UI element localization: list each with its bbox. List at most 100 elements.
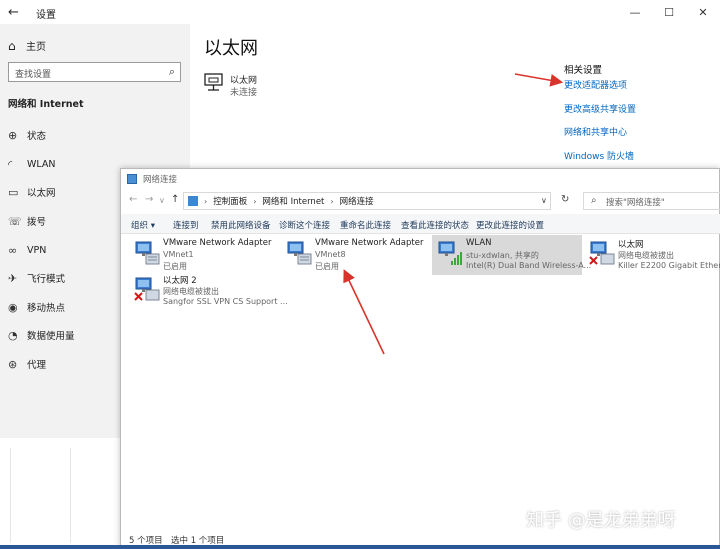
adapter-state: 已启用 bbox=[315, 262, 339, 271]
network-connections-window: 网络连接 ← → ∨ ↑ › 控制面板 › 网络和 Internet › 网络连… bbox=[120, 168, 720, 549]
adapter-network: VMnet8 bbox=[315, 250, 346, 259]
breadcrumb-item[interactable]: 网络和 Internet bbox=[262, 195, 324, 207]
netwin-titlebar: 网络连接 bbox=[121, 169, 720, 189]
adapter-device: Intel(R) Dual Band Wireless-A... bbox=[466, 261, 592, 270]
wifi-icon: ◜ bbox=[8, 157, 13, 171]
diagnose-button[interactable]: 诊断这个连接 bbox=[279, 219, 330, 231]
globe-icon: ⊛ bbox=[8, 357, 18, 371]
background-line bbox=[70, 448, 71, 543]
network-folder-icon bbox=[127, 174, 137, 184]
disable-device-button[interactable]: 禁用此网络设备 bbox=[211, 219, 271, 231]
minimize-icon[interactable]: — bbox=[618, 0, 652, 24]
change-settings-button[interactable]: 更改此连接的设置 bbox=[476, 219, 544, 231]
settings-titlebar: ← 设置 — ☐ ✕ bbox=[0, 0, 720, 24]
adapter-ethernet-2[interactable]: 以太网 2 网络电缆被拔出 Sangfor SSL VPN CS Support… bbox=[129, 271, 288, 311]
background-line bbox=[10, 448, 11, 543]
home-label: 主页 bbox=[26, 42, 46, 53]
adapter-vmnet1[interactable]: VMware Network Adapter VMnet1 已启用 bbox=[129, 235, 277, 275]
related-settings-heading: 相关设置 bbox=[564, 65, 603, 76]
watermark: 知乎 @是龙弟弟呀 bbox=[526, 510, 676, 531]
sidebar-item-label: 数据使用量 bbox=[27, 331, 75, 342]
adapter-name: VMware Network Adapter bbox=[163, 238, 272, 248]
section-heading: 网络和 Internet bbox=[8, 99, 84, 110]
close-icon[interactable]: ✕ bbox=[686, 0, 720, 24]
data-usage-icon: ◔ bbox=[8, 328, 18, 342]
vpn-icon: ∞ bbox=[8, 243, 18, 257]
status-icon: ⊕ bbox=[8, 128, 18, 142]
adapter-name: WLAN bbox=[466, 238, 492, 248]
sidebar-item-label: VPN bbox=[27, 244, 47, 256]
sidebar-item-label: 移动热点 bbox=[27, 303, 66, 314]
sidebar-item-label: 状态 bbox=[27, 131, 47, 142]
network-adapter-icon bbox=[589, 241, 615, 265]
rename-button[interactable]: 重命名此连接 bbox=[340, 219, 391, 231]
sidebar-item-status[interactable]: ⊕ 状态 bbox=[0, 121, 190, 149]
home-nav-item[interactable]: ⌂ 主页 bbox=[8, 38, 46, 54]
wifi-adapter-icon bbox=[438, 241, 462, 265]
settings-search-input[interactable]: 查找设置 ⌕ bbox=[8, 62, 181, 82]
address-dropdown-icon[interactable]: ∨ bbox=[541, 196, 547, 205]
adapter-network: stu-xdwlan, 共享的 bbox=[466, 251, 539, 260]
network-search-input[interactable]: ⌕ 搜索"网络连接" bbox=[583, 192, 720, 210]
network-adapter-icon bbox=[287, 241, 312, 265]
control-panel-icon bbox=[188, 196, 198, 206]
sidebar-item-label: 飞行模式 bbox=[27, 274, 66, 285]
window-title: 设置 bbox=[36, 10, 56, 21]
screenshot-root: ← 设置 — ☐ ✕ ⌂ 主页 查找设置 ⌕ 网络和 Internet ⊕ 状态 bbox=[0, 0, 720, 549]
adapter-network: 网络电缆被拔出 bbox=[163, 287, 219, 296]
command-toolbar: 组织 ▾ 连接到 禁用此网络设备 诊断这个连接 重命名此连接 查看此连接的状态 … bbox=[121, 214, 720, 234]
taskbar-edge bbox=[0, 545, 720, 549]
chevron-right-icon: › bbox=[330, 196, 334, 206]
home-icon: ⌂ bbox=[8, 38, 16, 53]
search-icon[interactable]: ⌕ bbox=[169, 65, 175, 79]
adapter-ethernet[interactable]: 以太网 网络电缆被拔出 Killer E2200 Gigabit Etherne… bbox=[584, 235, 720, 275]
sidebar-item-label: 代理 bbox=[27, 360, 47, 371]
address-row: ← → ∨ ↑ › 控制面板 › 网络和 Internet › 网络连接 ∨ ↻… bbox=[121, 190, 720, 212]
ethernet-icon: ▭ bbox=[8, 185, 19, 199]
address-bar[interactable]: › 控制面板 › 网络和 Internet › 网络连接 bbox=[183, 192, 551, 210]
breadcrumb-item[interactable]: 控制面板 bbox=[213, 195, 247, 207]
search-placeholder: 查找设置 bbox=[15, 70, 52, 80]
adapter-device: Killer E2200 Gigabit Ethernet C... bbox=[618, 261, 720, 270]
forward-arrow-icon[interactable]: → bbox=[145, 194, 153, 205]
chevron-right-icon: › bbox=[204, 196, 208, 206]
up-arrow-icon[interactable]: ↑ bbox=[171, 194, 179, 205]
adapter-vmnet8[interactable]: VMware Network Adapter VMnet8 已启用 bbox=[281, 235, 429, 275]
recent-dropdown-icon[interactable]: ∨ bbox=[159, 196, 165, 205]
change-adapter-options-link[interactable]: 更改适配器选项 bbox=[564, 78, 627, 91]
ethernet-status-icon bbox=[204, 73, 223, 91]
adapter-device: Sangfor SSL VPN CS Support ... bbox=[163, 297, 288, 306]
search-placeholder: 搜索"网络连接" bbox=[606, 198, 665, 208]
hotspot-icon: ◉ bbox=[8, 300, 18, 314]
maximize-icon[interactable]: ☐ bbox=[652, 0, 686, 24]
dialup-icon: ☏ bbox=[8, 214, 22, 228]
breadcrumb-item[interactable]: 网络连接 bbox=[340, 195, 374, 207]
advanced-sharing-link[interactable]: 更改高级共享设置 bbox=[564, 102, 636, 115]
network-adapter-icon bbox=[134, 277, 160, 301]
adapter-name: 以太网 2 bbox=[163, 276, 197, 286]
windows-firewall-link[interactable]: Windows 防火墙 bbox=[564, 149, 634, 162]
background-area bbox=[0, 440, 120, 545]
adapter-network: VMnet1 bbox=[163, 250, 194, 259]
adapter-name: 以太网 bbox=[618, 240, 644, 250]
adapter-network: 网络电缆被拔出 bbox=[618, 251, 674, 260]
adapter-wlan[interactable]: WLAN stu-xdwlan, 共享的 Intel(R) Dual Band … bbox=[432, 235, 591, 275]
back-arrow-icon[interactable]: ← bbox=[129, 194, 137, 205]
back-icon[interactable]: ← bbox=[8, 5, 19, 20]
ethernet-status: 未连接 bbox=[230, 88, 258, 98]
adapter-name: VMware Network Adapter bbox=[315, 238, 424, 248]
sidebar-item-label: 以太网 bbox=[27, 188, 56, 199]
connect-to-button[interactable]: 连接到 bbox=[173, 219, 199, 231]
page-title: 以太网 bbox=[204, 38, 258, 59]
sharing-center-link[interactable]: 网络和共享中心 bbox=[564, 125, 627, 138]
network-adapter-icon bbox=[135, 241, 160, 265]
sidebar-item-label: WLAN bbox=[27, 158, 56, 170]
search-icon: ⌕ bbox=[591, 195, 597, 206]
netwin-title: 网络连接 bbox=[143, 175, 178, 185]
sidebar-item-label: 拨号 bbox=[27, 217, 47, 228]
refresh-icon[interactable]: ↻ bbox=[561, 194, 569, 205]
airplane-icon: ✈ bbox=[8, 271, 18, 285]
chevron-right-icon: › bbox=[253, 196, 257, 206]
organize-button[interactable]: 组织 ▾ bbox=[131, 219, 155, 231]
view-status-button[interactable]: 查看此连接的状态 bbox=[401, 219, 469, 231]
